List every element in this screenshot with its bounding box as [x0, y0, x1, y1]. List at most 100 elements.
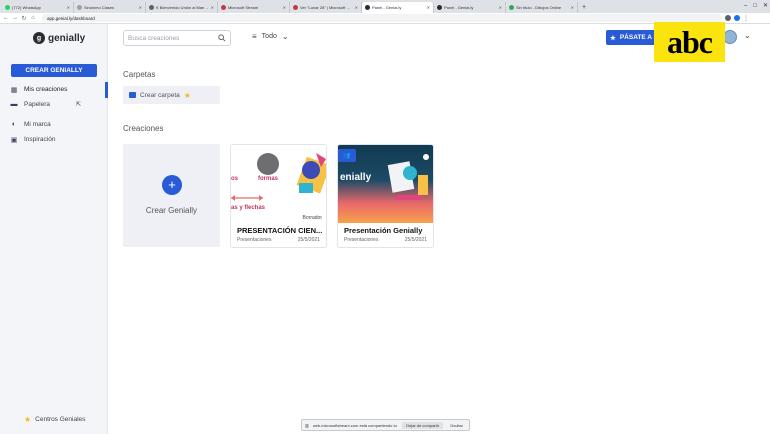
tab-label: K Bienvenido Unión al Maestro...: [156, 5, 209, 10]
abc-watermark-logo: abc: [654, 22, 725, 62]
tab-list: (772) WhatsApp ✕ Sinónimo Clases ✕ K Bienven…: [2, 2, 578, 13]
chevron-down-icon[interactable]: ⌄: [744, 31, 751, 40]
tab-close-icon[interactable]: ✕: [67, 5, 70, 10]
tab-favicon-icon: [5, 5, 10, 10]
create-card-label: Crear Genially: [145, 206, 198, 215]
sidebar-item-label: Inspiración: [24, 136, 56, 143]
sidebar-item-label: Papelera: [24, 101, 51, 108]
minimize-icon[interactable]: –: [744, 0, 747, 13]
screen-share-bar: ▥ web.microsoftstream.com está compartie…: [301, 419, 470, 431]
tab-label: (772) WhatsApp: [12, 5, 41, 10]
thumb-text: os: [231, 176, 239, 182]
creation-card[interactable]: os formas as y flechas Borrador PRESENTA…: [230, 144, 327, 248]
profile-icon[interactable]: [734, 15, 740, 21]
tab-close-icon[interactable]: ✕: [499, 5, 502, 10]
thumb-text: as y flechas: [231, 205, 266, 211]
plus-icon: +: [162, 175, 182, 195]
card-type: Presentaciones: [237, 237, 272, 243]
create-folder-button[interactable]: Crear carpeta ★: [123, 86, 220, 104]
folder-icon: [129, 92, 136, 98]
tab-close-icon[interactable]: ✕: [427, 5, 430, 10]
sidebar-item-label: Mi marca: [24, 121, 51, 128]
shared-icon: 👥: [338, 149, 356, 162]
browser-tab[interactable]: Panel - Genial.ly ✕: [362, 2, 434, 13]
genially-logo-icon: g: [33, 32, 45, 44]
new-tab-button[interactable]: +: [578, 2, 590, 13]
sidebar: g genially CREAR GENIALLY ▦ Mis creacion…: [0, 24, 108, 434]
tab-favicon-icon: [77, 5, 82, 10]
home-icon[interactable]: ⌂: [30, 15, 36, 21]
tab-close-icon[interactable]: ✕: [571, 5, 574, 10]
tab-label: Ver "Lunar 28" | Microsoft Cl...: [300, 5, 353, 10]
tab-close-icon[interactable]: ✕: [139, 5, 142, 10]
window-controls: – □ ✕: [744, 0, 768, 13]
tab-close-icon[interactable]: ✕: [283, 5, 286, 10]
star-icon: ★: [610, 34, 616, 42]
browser-tab[interactable]: Sin título - Dibujos Online ✕: [506, 2, 578, 13]
folders-title: Carpetas: [123, 70, 156, 79]
trash-icon: ▬: [10, 101, 18, 108]
address-bar[interactable]: app.genial.ly/dashboard: [42, 14, 722, 22]
tab-label: Panel - Genial.ly: [444, 5, 474, 10]
avatar[interactable]: [723, 30, 737, 44]
sidebar-item-inspiracion[interactable]: ▣ Inspiración: [10, 136, 56, 144]
thumbnail-graphic: [231, 153, 326, 201]
card-date: 25/5/2021: [297, 237, 320, 243]
create-genially-card[interactable]: + Crear Genially: [123, 144, 220, 247]
card-title: PRESENTACIÓN CIEN...: [237, 226, 323, 235]
tab-favicon-icon: [365, 5, 370, 10]
genially-logo[interactable]: g genially: [33, 32, 85, 44]
share-message: web.microsoftstream.com está compartiend…: [312, 422, 398, 428]
inspiration-icon: ▣: [10, 136, 18, 144]
menu-icon[interactable]: ⋮: [743, 15, 749, 22]
hide-button[interactable]: Ocultar: [447, 422, 466, 429]
browser-tab[interactable]: Panel - Genial.ly ✕: [434, 2, 506, 13]
browser-tab[interactable]: (772) WhatsApp ✕: [2, 2, 74, 13]
search-icon[interactable]: [218, 34, 226, 42]
star-icon: ★: [183, 90, 191, 100]
footer-label: Centros Geniales: [35, 416, 86, 423]
tab-favicon-icon: [509, 5, 514, 10]
browser-tab[interactable]: Microsoft Stream ✕: [218, 2, 290, 13]
sidebar-item-papelera[interactable]: ▬ Papelera: [10, 101, 51, 108]
grid-icon: ▦: [10, 86, 18, 94]
card-type: Presentaciones: [344, 237, 379, 243]
centros-geniales-link[interactable]: ★ Centros Geniales: [24, 415, 85, 424]
back-icon[interactable]: ←: [3, 15, 9, 21]
tab-label: Microsoft Stream: [228, 5, 259, 10]
premium-label: PÁSATE A P: [619, 34, 658, 41]
create-genially-button[interactable]: CREAR GENIALLY: [11, 64, 97, 77]
filter-icon: ≡: [252, 32, 257, 41]
palette-icon: ◐: [11, 121, 17, 128]
extension-icon[interactable]: [725, 15, 731, 21]
close-window-icon[interactable]: ✕: [763, 0, 768, 13]
reload-icon[interactable]: ↻: [21, 15, 27, 22]
creation-card[interactable]: enially 👥 Presentación Genially Presenta…: [337, 144, 434, 248]
forward-icon[interactable]: →: [12, 15, 18, 21]
filter-dropdown[interactable]: ≡ Todo ⌄: [252, 32, 289, 41]
tab-favicon-icon: [293, 5, 298, 10]
mouse-cursor-icon: ⇱: [76, 102, 82, 108]
browser-tabstrip: (772) WhatsApp ✕ Sinónimo Clases ✕ K Bienven…: [0, 0, 770, 13]
browser-tab[interactable]: Sinónimo Clases ✕: [74, 2, 146, 13]
active-indicator: [105, 82, 108, 98]
maximize-icon[interactable]: □: [753, 0, 757, 13]
browser-tab[interactable]: K Bienvenido Unión al Maestro... ✕: [146, 2, 218, 13]
chevron-down-icon: ⌄: [281, 32, 289, 41]
creations-title: Creaciones: [123, 124, 164, 133]
stop-sharing-button[interactable]: Dejar de compartir: [402, 421, 444, 429]
tab-label: Sinónimo Clases: [84, 5, 115, 10]
logo-text: genially: [48, 32, 86, 44]
sidebar-item-mis-creaciones[interactable]: ▦ Mis creaciones: [10, 86, 68, 94]
url-text: app.genial.ly/dashboard: [47, 15, 95, 21]
search-input[interactable]: [128, 34, 219, 42]
sidebar-item-mi-marca[interactable]: ◐ Mi marca: [10, 121, 51, 128]
browser-tab[interactable]: Ver "Lunar 28" | Microsoft Cl... ✕: [290, 2, 362, 13]
draft-badge: Borrador: [298, 213, 326, 223]
thumb-text: formas: [258, 176, 279, 182]
create-folder-label: Crear carpeta: [140, 91, 180, 99]
tab-close-icon[interactable]: ✕: [355, 5, 358, 10]
tab-close-icon[interactable]: ✕: [211, 5, 214, 10]
tab-label: Sin título - Dibujos Online: [516, 5, 562, 10]
thumb-text: enially: [340, 172, 372, 183]
